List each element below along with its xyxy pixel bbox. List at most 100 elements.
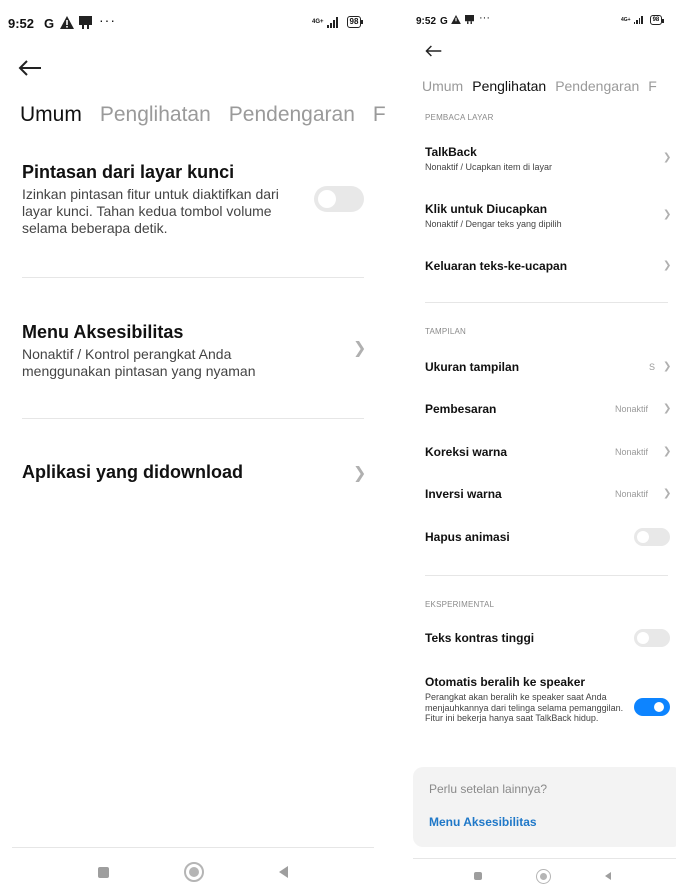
network-type: 4G+ [621, 17, 631, 23]
tab-partial[interactable]: F [373, 103, 386, 127]
lockscreen-shortcut-toggle[interactable] [314, 186, 364, 212]
item-title: Pintasan dari layar kunci [22, 162, 235, 182]
item-subtitle: Izinkan pintasan fitur untuk diaktifkan … [22, 186, 279, 236]
divider [425, 302, 668, 303]
more-settings-card: Perlu setelan lainnya? Menu Aksesibilita… [413, 767, 676, 847]
color-inversion-item[interactable]: Inversi warna Nonaktif ❯ [409, 485, 676, 505]
navigation-bar [409, 866, 676, 886]
item-title: Hapus animasi [425, 530, 510, 544]
google-icon: G [440, 15, 448, 27]
item-title: Aplikasi yang didownload [22, 462, 244, 482]
back-button[interactable] [279, 866, 289, 878]
item-title: Klik untuk Diucapkan [425, 202, 548, 216]
category-tabs: Umum Penglihatan Pendengaran F [20, 103, 386, 127]
item-value: Nonaktif [615, 447, 649, 457]
more-notifications-icon: ··· [99, 12, 116, 28]
chevron-right-icon: ❯ [663, 403, 672, 414]
auto-speaker-item[interactable]: Otomatis beralih ke speaker Perangkat ak… [409, 673, 676, 743]
battery-icon: 98 [346, 16, 364, 28]
section-experimental: EKSPERIMENTAL [425, 600, 495, 609]
chevron-right-icon: ❯ [353, 340, 367, 357]
back-arrow-icon[interactable] [18, 60, 42, 76]
tab-pendengaran[interactable]: Pendengaran [555, 78, 639, 94]
chevron-right-icon: ❯ [353, 465, 367, 482]
remove-animations-toggle[interactable] [634, 528, 670, 546]
message-icon [465, 15, 474, 24]
signal-icon [326, 16, 338, 28]
network-type: 4G+ [312, 19, 324, 25]
talkback-item[interactable]: TalkBack Nonaktif / Ucapkan item di laya… [409, 143, 676, 177]
divider [22, 277, 364, 278]
select-to-speak-item[interactable]: Klik untuk Diucapkan Nonaktif / Dengar t… [409, 200, 676, 234]
section-screen-reader: PEMBACA LAYAR [425, 113, 494, 122]
accessibility-menu-link[interactable]: Menu Aksesibilitas [429, 815, 537, 829]
item-title: Otomatis beralih ke speaker [425, 675, 586, 689]
item-value: Nonaktif [615, 404, 649, 414]
divider [425, 575, 668, 576]
item-title: Inversi warna [425, 487, 502, 501]
status-bar: 9:52 G ··· 4G+ 98 [409, 12, 676, 28]
item-title: TalkBack [425, 145, 477, 159]
tab-umum[interactable]: Umum [422, 78, 463, 94]
tab-penglihatan[interactable]: Penglihatan [472, 78, 546, 94]
item-title: Ukuran tampilan [425, 360, 520, 374]
recents-button[interactable] [474, 872, 482, 880]
signal-battery: 4G+ 98 [312, 16, 364, 28]
recents-button[interactable] [97, 866, 109, 878]
item-value: S [649, 362, 656, 372]
right-screen: 9:52 G ··· 4G+ 98 Umum Penglihatan Pende… [409, 0, 676, 888]
nav-divider [413, 858, 676, 859]
item-title: Koreksi warna [425, 445, 508, 459]
chevron-right-icon: ❯ [663, 446, 672, 457]
chevron-right-icon: ❯ [663, 361, 672, 372]
battery-icon: 98 [649, 15, 664, 25]
item-subtitle: Perangkat akan beralih ke speaker saat A… [425, 692, 624, 723]
item-subtitle: Nonaktif / Kontrol perangkat Anda menggu… [22, 346, 256, 379]
high-contrast-toggle[interactable] [634, 629, 670, 647]
warning-icon [451, 15, 461, 24]
auto-speaker-toggle[interactable] [634, 698, 670, 716]
signal-battery: 4G+ 98 [621, 15, 664, 25]
navigation-bar [0, 860, 386, 884]
home-button[interactable] [183, 862, 204, 882]
accessibility-menu-item[interactable]: Menu Aksesibilitas Nonaktif / Kontrol pe… [0, 320, 386, 390]
status-time: 9:52 [416, 15, 437, 27]
divider [22, 418, 364, 419]
item-title: Pembesaran [425, 402, 497, 416]
chevron-right-icon: ❯ [663, 488, 672, 499]
category-tabs: Umum Penglihatan Pendengaran F [422, 78, 657, 94]
lockscreen-shortcut-item[interactable]: Pintasan dari layar kunci Izinkan pintas… [0, 160, 386, 250]
item-subtitle: Nonaktif / Dengar teks yang dipilih [425, 219, 562, 229]
item-title: Menu Aksesibilitas [22, 322, 184, 342]
warning-icon [60, 16, 74, 29]
tab-penglihatan[interactable]: Penglihatan [100, 103, 211, 127]
status-bar: 9:52 G ··· 4G+ 98 [0, 12, 386, 32]
left-screen: 9:52 G ··· 4G+ 98 Umum Penglihatan Pende… [0, 0, 386, 888]
color-correction-item[interactable]: Koreksi warna Nonaktif ❯ [409, 443, 676, 463]
signal-icon [633, 16, 643, 24]
chevron-right-icon: ❯ [663, 209, 672, 220]
status-time: 9:52 [8, 15, 35, 31]
google-icon: G [44, 15, 55, 31]
item-title: Keluaran teks-ke-ucapan [425, 259, 568, 273]
more-settings-question: Perlu setelan lainnya? [429, 782, 548, 796]
tts-output-item[interactable]: Keluaran teks-ke-ucapan ❯ [409, 257, 676, 277]
item-value: Nonaktif [615, 489, 649, 499]
nav-divider [12, 847, 374, 848]
item-subtitle: Nonaktif / Ucapkan item di layar [425, 162, 553, 172]
downloaded-apps-item[interactable]: Aplikasi yang didownload ❯ [0, 460, 386, 490]
tab-umum[interactable]: Umum [20, 103, 82, 127]
remove-animations-item[interactable]: Hapus animasi [409, 528, 676, 548]
high-contrast-item[interactable]: Teks kontras tinggi [409, 629, 676, 649]
magnification-item[interactable]: Pembesaran Nonaktif ❯ [409, 400, 676, 420]
back-arrow-icon[interactable] [425, 45, 442, 57]
tab-pendengaran[interactable]: Pendengaran [229, 103, 355, 127]
home-button[interactable] [536, 868, 551, 884]
chevron-right-icon: ❯ [663, 152, 672, 163]
tab-partial[interactable]: F [648, 78, 657, 94]
item-title: Teks kontras tinggi [425, 631, 535, 645]
message-icon [79, 16, 92, 29]
back-button[interactable] [605, 872, 611, 880]
section-display: TAMPILAN [425, 327, 467, 336]
display-size-item[interactable]: Ukuran tampilan S ❯ [409, 358, 676, 378]
